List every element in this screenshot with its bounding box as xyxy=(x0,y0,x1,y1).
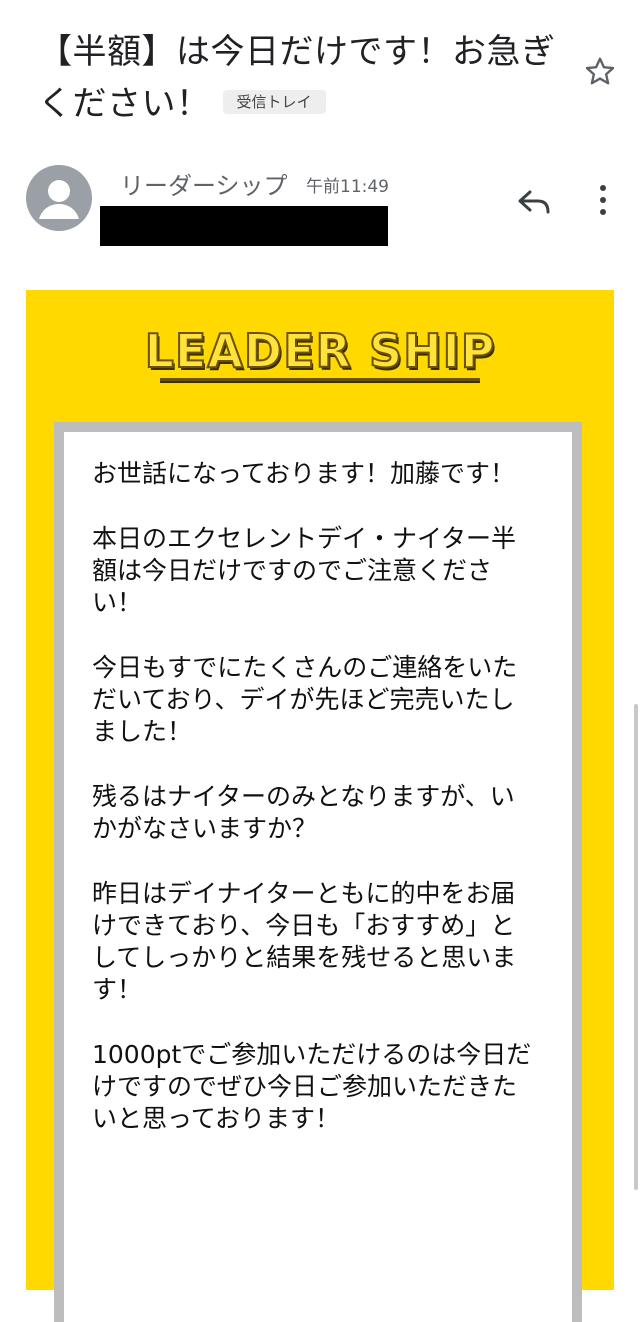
message-card-inner: お世話になっております！加藤です！ 本日のエクセレントデイ・ナイター半額は今日だ… xyxy=(64,432,572,1322)
person-icon xyxy=(39,180,79,219)
sender-name[interactable]: リーダーシップ xyxy=(120,166,288,201)
message-card: お世話になっております！加藤です！ 本日のエクセレントデイ・ナイター半額は今日だ… xyxy=(54,422,582,1322)
newsletter-banner: LEADER SHIP お世話になっております！加藤です！ 本日のエクセレントデ… xyxy=(26,290,614,1322)
body-paragraph: 1000ptでご参加いただけるのは今日だけですのでぜひ今日ご参加いただきたいと思… xyxy=(92,1040,532,1133)
scrollbar[interactable] xyxy=(634,704,638,1190)
redacted-recipient xyxy=(100,206,388,246)
body-paragraph: 今日もすでにたくさんのご連絡をいただいており、デイが先ほど完売いたしました！ xyxy=(92,653,518,746)
body-paragraph: 昨日はデイナイターともに的中をお届けできており、今日も「おすすめ」としてしっかり… xyxy=(92,879,517,1004)
logo-underline xyxy=(160,378,480,381)
leadership-logo: LEADER SHIP xyxy=(144,323,496,379)
more-vert-icon[interactable] xyxy=(592,182,614,218)
reply-icon[interactable] xyxy=(514,186,554,218)
body-paragraph: 本日のエクセレントデイ・ナイター半額は今日だけですのでご注意ください！ xyxy=(92,524,517,617)
sender-avatar[interactable] xyxy=(26,165,92,231)
email-subject: 【半額】は今日だけです！お急ぎください！ 受信トレイ xyxy=(38,26,578,130)
inbox-label-chip[interactable]: 受信トレイ xyxy=(222,89,326,114)
email-body: お世話になっております！加藤です！ 本日のエクセレントデイ・ナイター半額は今日だ… xyxy=(92,458,538,1168)
body-paragraph: 残るはナイターのみとなりますが、いかがなさいますか？ xyxy=(92,782,515,843)
sent-time: 午前11:49 xyxy=(306,177,389,197)
star-icon[interactable] xyxy=(582,54,618,90)
body-paragraph: お世話になっております！加藤です！ xyxy=(92,459,516,488)
